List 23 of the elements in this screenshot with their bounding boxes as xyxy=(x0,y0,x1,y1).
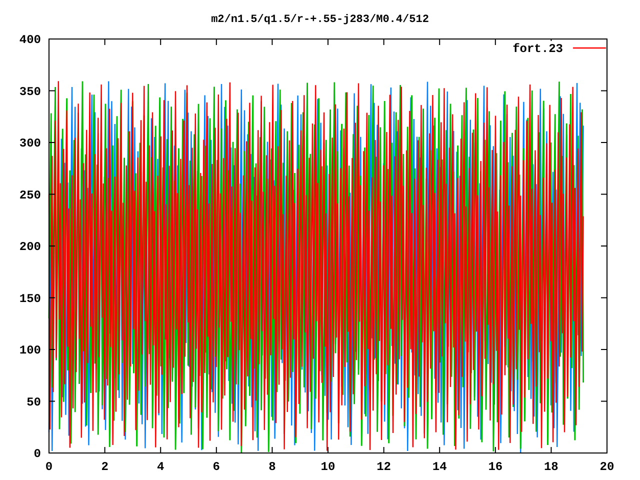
legend-line xyxy=(573,47,606,49)
x-tick-label: 12 xyxy=(376,460,391,474)
y-tick-label: 350 xyxy=(19,84,41,99)
y-tick-label: 150 xyxy=(19,292,41,306)
chart-title: m2/n1.5/q1.5/r-+.55-j283/M0.4/512 xyxy=(211,14,429,26)
x-tick-label: 18 xyxy=(544,460,558,474)
y-tick-label: 0 xyxy=(34,447,41,461)
x-tick-label: 8 xyxy=(268,460,276,474)
y-tick-label: 50 xyxy=(26,395,41,410)
y-tick-label: 100 xyxy=(19,344,41,358)
x-tick-label: 14 xyxy=(432,460,447,474)
x-tick-label: 0 xyxy=(45,460,53,474)
legend-label: fort.23 xyxy=(512,42,563,56)
x-tick-label: 6 xyxy=(212,460,220,474)
y-tick-label: 250 xyxy=(19,188,41,202)
x-tick-label: 4 xyxy=(157,460,164,474)
x-tick-label: 2 xyxy=(101,460,108,474)
y-tick-label: 200 xyxy=(19,240,41,254)
x-tick-label: 16 xyxy=(488,460,503,474)
y-tick-label: 300 xyxy=(19,136,41,150)
x-tick-label: 10 xyxy=(320,460,336,474)
y-tick-label: 400 xyxy=(19,33,41,47)
x-tick-label: 20 xyxy=(600,460,614,474)
